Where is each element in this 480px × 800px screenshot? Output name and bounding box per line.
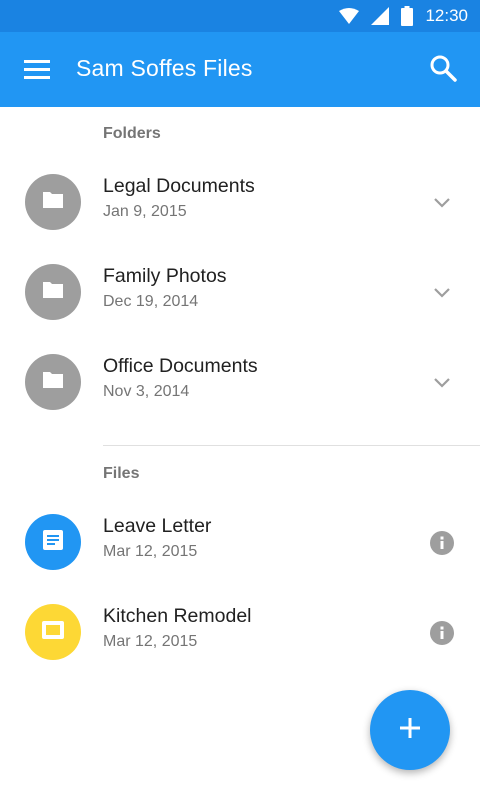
status-time: 12:30	[425, 6, 468, 25]
plus-icon	[399, 717, 421, 744]
folder-icon	[41, 190, 65, 215]
folder-icon	[41, 370, 65, 395]
folder-avatar	[25, 354, 81, 410]
app-bar: Sam Soffes Files	[0, 32, 480, 107]
info-icon[interactable]	[428, 529, 456, 557]
folder-name: Legal Documents	[103, 175, 255, 197]
file-avatar	[25, 514, 81, 570]
chevron-down-icon[interactable]	[428, 279, 456, 307]
section-divider	[103, 445, 480, 446]
folder-date: Dec 19, 2014	[103, 293, 199, 310]
search-icon[interactable]	[428, 53, 460, 85]
folder-row[interactable]: Family Photos Dec 19, 2014	[0, 247, 480, 337]
file-row[interactable]: Leave Letter Mar 12, 2015	[0, 497, 480, 587]
battery-icon	[401, 6, 414, 26]
folder-row[interactable]: Office Documents Nov 3, 2014	[0, 337, 480, 427]
folder-name: Office Documents	[103, 355, 258, 377]
file-name: Kitchen Remodel	[103, 605, 252, 627]
folder-date: Nov 3, 2014	[103, 383, 190, 400]
files-subheader: Files	[103, 465, 140, 482]
file-date: Mar 12, 2015	[103, 633, 198, 650]
folders-subheader: Folders	[103, 125, 161, 142]
menu-icon[interactable]	[24, 57, 52, 83]
cell-signal-icon	[371, 7, 390, 25]
file-row[interactable]: Kitchen Remodel Mar 12, 2015	[0, 587, 480, 677]
folder-row[interactable]: Legal Documents Jan 9, 2015	[0, 157, 480, 247]
folder-date: Jan 9, 2015	[103, 203, 187, 220]
chevron-down-icon[interactable]	[428, 369, 456, 397]
document-icon	[42, 529, 64, 556]
folder-avatar	[25, 174, 81, 230]
wifi-icon	[339, 8, 360, 24]
slides-icon	[41, 620, 65, 645]
folder-name: Family Photos	[103, 265, 227, 287]
file-date: Mar 12, 2015	[103, 543, 198, 560]
info-icon[interactable]	[428, 619, 456, 647]
status-bar: 12:30	[0, 0, 480, 32]
chevron-down-icon[interactable]	[428, 189, 456, 217]
add-button[interactable]	[370, 690, 450, 770]
file-avatar	[25, 604, 81, 660]
folder-icon	[41, 280, 65, 305]
file-name: Leave Letter	[103, 515, 212, 537]
folder-avatar	[25, 264, 81, 320]
app-title: Sam Soffes Files	[76, 55, 253, 81]
